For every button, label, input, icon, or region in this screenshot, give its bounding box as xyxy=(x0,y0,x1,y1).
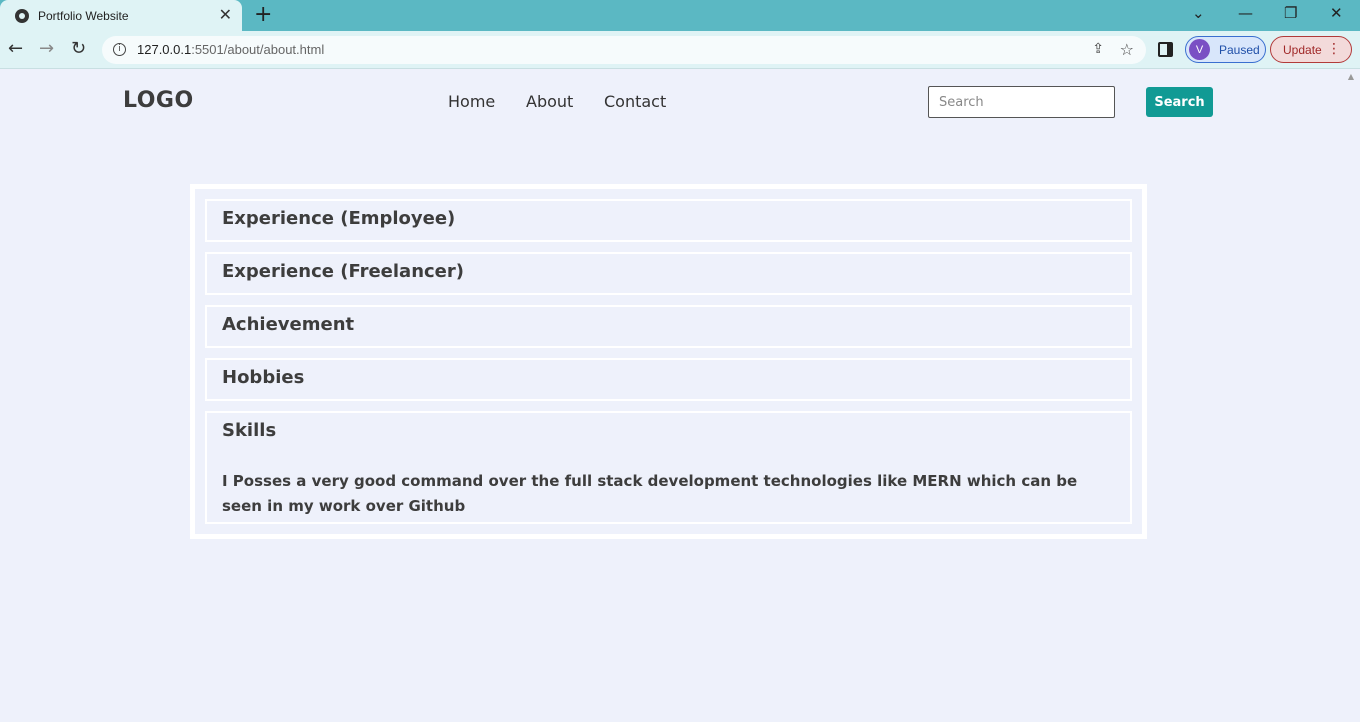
accordion-item-achievement[interactable]: Achievement xyxy=(205,305,1132,348)
kebab-menu-icon[interactable]: ⋮ xyxy=(1327,41,1341,57)
url-host: 127.0.0.1 xyxy=(137,42,192,57)
address-bar[interactable]: i 127.0.0.1:5501/about/about.html ⇪ ☆ xyxy=(102,36,1146,64)
tab-search-icon[interactable]: ⌄ xyxy=(1192,4,1205,22)
accordion-heading[interactable]: Skills xyxy=(222,420,276,441)
url-path: :5501/about/about.html xyxy=(191,42,325,57)
profile-status: Paused xyxy=(1219,42,1260,57)
site-info-icon[interactable]: i xyxy=(113,43,126,56)
tab-title: Portfolio Website xyxy=(38,8,129,23)
search-button[interactable]: Search xyxy=(1146,87,1213,117)
nav-link-home[interactable]: Home xyxy=(448,92,495,111)
browser-tab[interactable]: Portfolio Website ✕ xyxy=(0,0,242,31)
url-text[interactable]: 127.0.0.1:5501/about/about.html xyxy=(137,42,324,57)
scroll-up-arrow-icon[interactable]: ▲ xyxy=(1348,72,1354,81)
accordion-heading[interactable]: Hobbies xyxy=(222,367,304,388)
search-input[interactable] xyxy=(928,86,1115,118)
side-panel-icon[interactable] xyxy=(1158,42,1173,57)
globe-icon xyxy=(15,8,29,23)
nav-link-contact[interactable]: Contact xyxy=(604,92,666,111)
update-button[interactable]: Update ⋮ xyxy=(1270,36,1352,63)
browser-tab-strip: Portfolio Website ✕ + ⌄ — ❐ ✕ xyxy=(0,0,1360,31)
new-tab-icon[interactable]: + xyxy=(254,4,272,26)
browser-toolbar: ← → ↻ i 127.0.0.1:5501/about/about.html … xyxy=(0,31,1360,69)
close-tab-icon[interactable]: ✕ xyxy=(219,6,232,24)
forward-icon[interactable]: → xyxy=(39,39,54,59)
accordion-body-text: I Posses a very good command over the fu… xyxy=(222,472,1078,515)
accordion-item-experience-freelancer[interactable]: Experience (Freelancer) xyxy=(205,252,1132,295)
share-icon[interactable]: ⇪ xyxy=(1092,41,1104,57)
site-logo[interactable]: LOGO xyxy=(123,88,194,113)
nav-link-about[interactable]: About xyxy=(526,92,573,111)
accordion-heading[interactable]: Experience (Employee) xyxy=(222,208,455,229)
accordion-heading[interactable]: Achievement xyxy=(222,314,354,335)
accordion-item-skills[interactable]: Skills I Posses a very good command over… xyxy=(205,411,1132,524)
profile-button[interactable]: V Paused xyxy=(1185,36,1266,63)
bookmark-star-icon[interactable]: ☆ xyxy=(1120,40,1134,59)
reload-icon[interactable]: ↻ xyxy=(71,39,86,59)
avatar: V xyxy=(1189,39,1210,60)
minimize-icon[interactable]: — xyxy=(1238,4,1253,22)
accordion-heading[interactable]: Experience (Freelancer) xyxy=(222,261,464,282)
accordion-item-hobbies[interactable]: Hobbies xyxy=(205,358,1132,401)
restore-icon[interactable]: ❐ xyxy=(1284,4,1297,22)
about-accordion: Experience (Employee) Experience (Freela… xyxy=(190,184,1147,539)
back-icon[interactable]: ← xyxy=(8,39,23,59)
accordion-item-experience-employee[interactable]: Experience (Employee) xyxy=(205,199,1132,242)
update-label: Update xyxy=(1283,42,1322,57)
close-window-icon[interactable]: ✕ xyxy=(1330,4,1343,22)
